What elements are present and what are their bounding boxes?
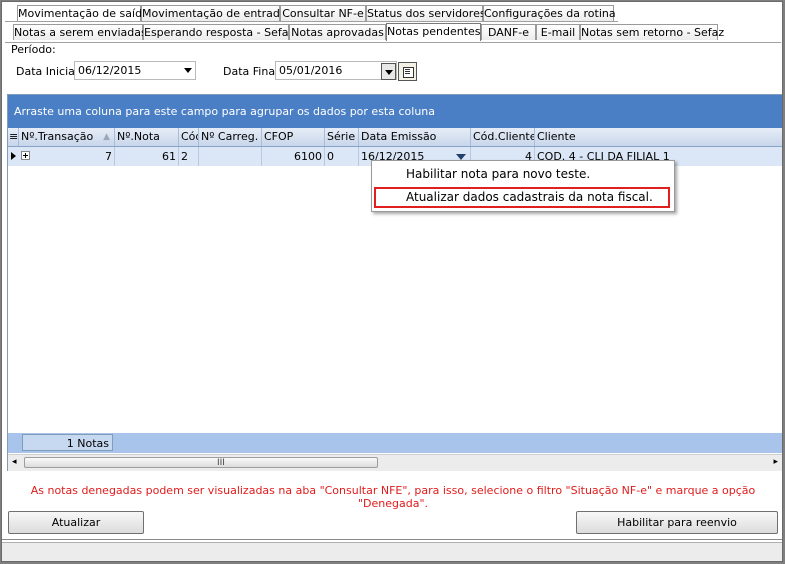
status-bar (2, 542, 782, 561)
end-date-label: Data Final (223, 65, 279, 78)
enable-resend-button[interactable]: Habilitar para reenvio (576, 511, 778, 534)
tab-status-servidores[interactable]: Status dos servidores (366, 5, 486, 21)
denied-notes-notice: As notas denegadas podem ser visualizada… (30, 484, 756, 510)
tab-notas-pendentes[interactable]: Notas pendentes (386, 23, 481, 41)
column-header-emissao[interactable]: Data Emissão (359, 128, 471, 146)
scroll-right-icon[interactable]: ▸ (773, 457, 778, 467)
tab-notas-serem-enviadas[interactable]: Notas a serem enviadas (13, 24, 147, 40)
grid-header: ≡ Nº.Transação ▲ Nº.Nota Cód Nº Carreg. C… (8, 128, 782, 147)
current-row-indicator-icon (11, 152, 16, 160)
chevron-down-icon (385, 70, 393, 75)
column-header-cod-cliente[interactable]: Cód.Cliente (471, 128, 535, 146)
horizontal-scrollbar[interactable]: ◂ III ▸ (8, 454, 782, 471)
end-date-dropdown-button[interactable] (381, 63, 396, 80)
scroll-left-icon[interactable]: ◂ (12, 457, 17, 467)
column-label: Nº.Transação (21, 130, 94, 143)
group-by-panel[interactable]: Arraste uma coluna para este campo para … (8, 95, 782, 128)
tab-movimentacao-entrada[interactable]: Movimentação de entrada (141, 5, 287, 21)
column-chooser-icon[interactable]: ≡ (8, 128, 19, 146)
cell-cfop[interactable]: 6100 (262, 147, 325, 166)
cell-serie[interactable]: 0 (325, 147, 359, 166)
tab-movimentacao-saida[interactable]: Movimentação de saída (17, 5, 149, 21)
end-date-combo[interactable]: 05/01/2016 (275, 61, 397, 80)
column-header-serie[interactable]: Série (325, 128, 359, 146)
tab-email[interactable]: E-mail (536, 24, 580, 40)
cell-carreg[interactable] (199, 147, 262, 166)
tab-esperando-resposta[interactable]: Esperando resposta - Sefaz (143, 24, 294, 40)
period-title: Período: (11, 43, 56, 56)
scrollbar-thumb[interactable]: III (24, 457, 378, 468)
grid-footer: 1 Notas (8, 433, 782, 453)
tab-danfe[interactable]: DANF-e (481, 24, 536, 40)
cell-nota[interactable]: 61 (115, 147, 179, 166)
refresh-button[interactable]: Atualizar (8, 511, 144, 534)
start-date-value: 06/12/2015 (78, 64, 142, 77)
sort-ascending-icon: ▲ (103, 132, 110, 142)
menu-item-habilitar-teste[interactable]: Habilitar nota para novo teste. (406, 164, 590, 184)
main-tab-row: Movimentação de saída Movimentação de en… (5, 5, 781, 22)
scroll-grip-icon: III (217, 458, 225, 468)
column-header-nota[interactable]: Nº.Nota (115, 128, 179, 146)
tab-notas-aprovadas[interactable]: Notas aprovadas (289, 24, 386, 40)
notes-grid[interactable]: Arraste uma coluna para este campo para … (7, 94, 782, 471)
column-header-transacao[interactable]: Nº.Transação ▲ (19, 128, 115, 146)
calendar-icon[interactable] (398, 62, 417, 81)
tab-notas-sem-retorno[interactable]: Notas sem retorno - Sefaz (580, 24, 724, 40)
end-date-value: 05/01/2016 (279, 64, 343, 77)
tab-configuracoes-rotina[interactable]: Configurações da rotina (483, 5, 616, 21)
column-header-cod[interactable]: Cód (179, 128, 199, 146)
chevron-down-icon[interactable] (184, 68, 192, 73)
notes-count: 1 Notas (22, 434, 113, 451)
start-date-combo[interactable]: 06/12/2015 (74, 61, 196, 80)
cell-cod[interactable]: 2 (179, 147, 199, 166)
context-menu: Habilitar nota para novo teste. Atualiza… (371, 160, 675, 212)
tab-consultar-nfe[interactable]: Consultar NF-e (280, 5, 366, 21)
group-hint-text: Arraste uma coluna para este campo para … (14, 105, 435, 118)
bottom-divider (2, 539, 782, 540)
column-header-cfop[interactable]: CFOP (262, 128, 325, 146)
start-date-label: Data Inicial (16, 65, 78, 78)
cell-transacao[interactable]: 7 (19, 147, 115, 166)
main-window: Movimentação de saída Movimentação de en… (1, 1, 783, 562)
column-header-cliente[interactable]: Cliente (535, 128, 782, 146)
sub-tab-row: Notas a serem enviadas Esperando respost… (5, 23, 781, 43)
column-header-carreg[interactable]: Nº Carreg. (199, 128, 262, 146)
menu-item-atualizar-dados[interactable]: Atualizar dados cadastrais da nota fisca… (406, 187, 653, 207)
tab-divider (5, 21, 618, 22)
